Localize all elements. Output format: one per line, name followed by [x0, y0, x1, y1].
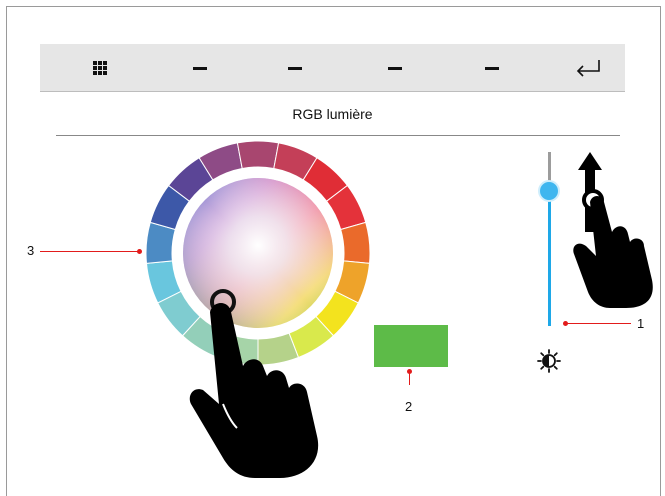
callout-2-label: 2 — [405, 399, 413, 414]
title-divider — [56, 135, 620, 136]
toolbar — [40, 44, 625, 92]
dash-icon — [485, 66, 499, 70]
toolbar-dash-button-2[interactable] — [265, 44, 325, 92]
dash-icon — [288, 66, 302, 70]
return-button[interactable] — [558, 44, 618, 92]
dash-icon — [388, 66, 402, 70]
brightness-icon — [537, 349, 561, 373]
callout-1-label: 1 — [637, 316, 645, 331]
toolbar-dash-button-1[interactable] — [170, 44, 230, 92]
brightness-slider-track[interactable] — [548, 190, 551, 326]
wheel-segment[interactable] — [236, 140, 280, 170]
wheel-segment[interactable] — [340, 221, 371, 264]
tap-hand-icon — [189, 303, 319, 478]
grid-icon — [93, 61, 107, 75]
callout-1-line — [566, 323, 631, 324]
callout-3-label: 3 — [27, 243, 35, 258]
callout-3-line — [40, 251, 138, 252]
callout-2-line — [409, 371, 410, 385]
return-arrow-icon — [576, 60, 600, 77]
toolbar-dash-button-4[interactable] — [462, 44, 522, 92]
grid-menu-button[interactable] — [70, 44, 130, 92]
dash-icon — [193, 66, 207, 70]
brightness-slider-thumb[interactable] — [538, 180, 560, 202]
page-title: RGB lumière — [292, 106, 373, 122]
color-preview-swatch — [374, 325, 448, 367]
toolbar-dash-button-3[interactable] — [365, 44, 425, 92]
swipe-up-hand-icon — [573, 152, 653, 308]
callout-3-dot — [137, 249, 142, 254]
